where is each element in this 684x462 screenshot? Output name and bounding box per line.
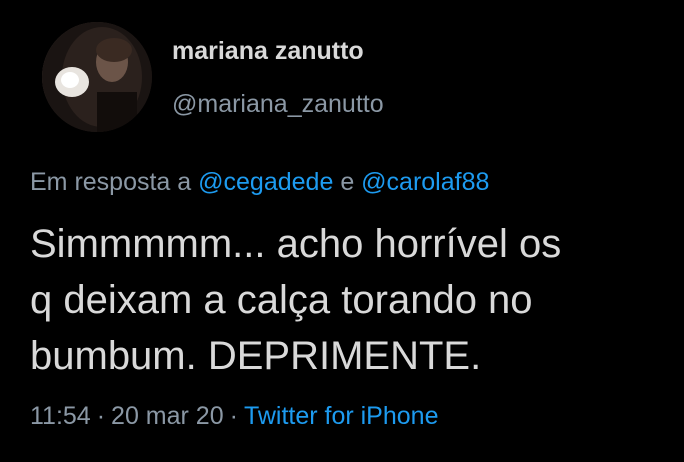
tweet-text-line: q deixam a calça torando no — [30, 278, 533, 322]
meta-separator: · — [229, 402, 238, 430]
tweet-date[interactable]: 20 mar 20 — [111, 402, 224, 430]
tweet-meta: 11:54 · 20 mar 20 · Twitter for iPhone — [30, 402, 438, 431]
mention-link-cegadede[interactable]: @cegadede — [198, 168, 333, 196]
meta-separator: · — [96, 402, 106, 430]
author-display-name[interactable]: mariana zanutto — [172, 37, 364, 66]
tweet-time[interactable]: 11:54 — [30, 402, 91, 430]
tweet-text-line: bumbum. DEPRIMENTE. — [30, 334, 482, 378]
tweet-text: Simmmmm... acho horrível os q deixam a c… — [30, 216, 660, 384]
author-handle[interactable]: @mariana_zanutto — [172, 90, 384, 119]
profile-photo-icon — [42, 22, 152, 132]
tweet-text-line: Simmmmm... acho horrível os — [30, 222, 562, 266]
tweet-source-link[interactable]: Twitter for iPhone — [244, 402, 439, 430]
reply-context: Em resposta a @cegadede e @carolaf88 — [30, 168, 489, 197]
mention-link-carolaf88[interactable]: @carolaf88 — [361, 168, 489, 196]
reply-prefix: Em resposta a — [30, 168, 192, 196]
reply-conjunction: e — [340, 168, 355, 196]
avatar[interactable] — [42, 22, 152, 132]
